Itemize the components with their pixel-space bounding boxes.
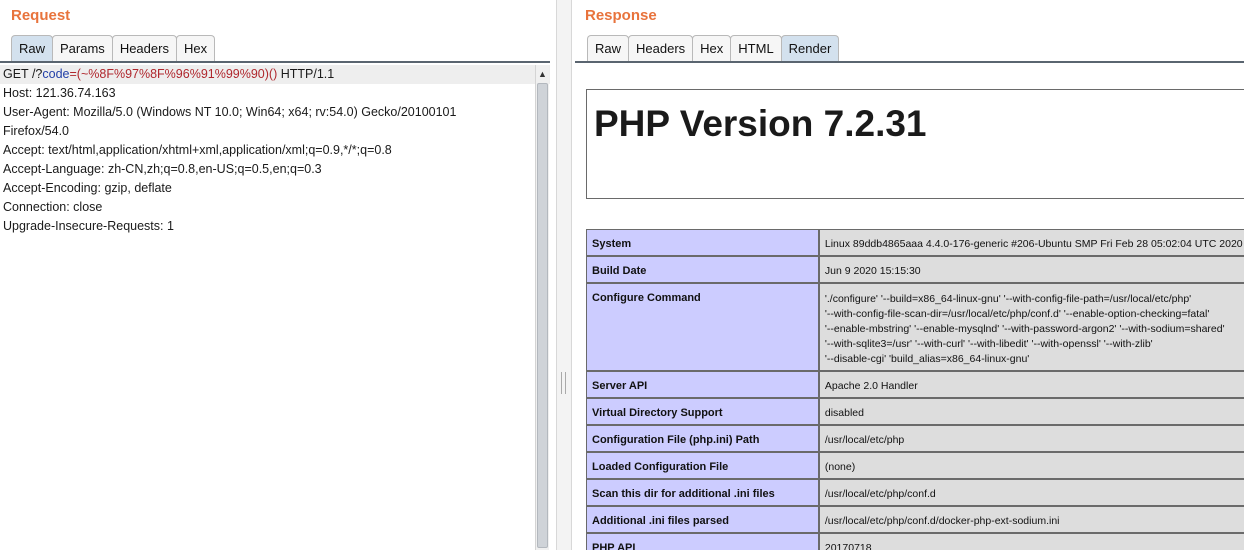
request-panel: Request Raw Params Headers Hex GET /?cod… — [0, 0, 556, 550]
row-key: Virtual Directory Support — [586, 398, 819, 425]
response-panel: Response Raw Headers Hex HTML Render PHP… — [572, 0, 1244, 550]
configure-line: '--with-sqlite3=/usr' '--with-curl' '--w… — [824, 338, 1153, 350]
row-key: System — [586, 229, 819, 256]
response-tab-render[interactable]: Render — [780, 35, 840, 62]
row-value: disabled — [818, 398, 1244, 425]
configure-line: '--with-config-file-scan-dir=/usr/local/… — [824, 308, 1210, 320]
table-row: Loaded Configuration File (none) — [586, 452, 1244, 479]
row-value: Linux 89ddb4865aaa 4.4.0-176-generic #20… — [818, 229, 1244, 256]
table-row: Additional .ini files parsed /usr/local/… — [586, 506, 1244, 533]
scroll-up-icon[interactable]: ▲ — [536, 65, 549, 83]
response-tab-raw[interactable]: Raw — [587, 35, 630, 62]
header-user-agent-cont[interactable]: Firefox/54.0 — [0, 122, 550, 141]
header-upgrade-insecure[interactable]: Upgrade-Insecure-Requests: 1 — [0, 217, 550, 236]
request-tab-params[interactable]: Params — [52, 35, 113, 62]
phpinfo-table: System Linux 89ddb4865aaa 4.4.0-176-gene… — [586, 229, 1244, 550]
header-accept[interactable]: Accept: text/html,application/xhtml+xml,… — [0, 141, 550, 160]
response-tab-html[interactable]: HTML — [730, 35, 782, 62]
row-value: /usr/local/etc/php/conf.d — [818, 479, 1244, 506]
row-key: PHP API — [586, 533, 819, 550]
configure-line: '--enable-mbstring' '--enable-mysqlnd' '… — [824, 323, 1225, 335]
row-value: /usr/local/etc/php/conf.d/docker-php-ext… — [818, 506, 1244, 533]
configure-line: './configure' '--build=x86_64-linux-gnu'… — [824, 293, 1192, 305]
row-value-multiline: './configure' '--build=x86_64-linux-gnu'… — [818, 283, 1244, 371]
row-value: /usr/local/etc/php — [818, 425, 1244, 452]
row-key: Loaded Configuration File — [586, 452, 819, 479]
request-editor[interactable]: GET /?code=(~%8F%97%8F%96%91%99%90)() HT… — [0, 65, 550, 550]
row-key: Additional .ini files parsed — [586, 506, 819, 533]
configure-line: '--disable-cgi' 'build_alias=x86_64-linu… — [824, 353, 1030, 365]
header-connection[interactable]: Connection: close — [0, 198, 550, 217]
request-tab-hex[interactable]: Hex — [175, 35, 216, 62]
header-accept-language[interactable]: Accept-Language: zh-CN,zh;q=0.8,en-US;q=… — [0, 160, 550, 179]
request-protocol: HTTP/1.1 — [277, 67, 335, 81]
row-value: 20170718 — [818, 533, 1244, 550]
request-tab-underline — [0, 61, 550, 63]
scroll-thumb[interactable] — [537, 83, 548, 548]
row-key: Scan this dir for additional .ini files — [586, 479, 819, 506]
phpinfo-header-box: PHP Version 7.2.31 — [586, 89, 1244, 199]
row-key: Configure Command — [586, 283, 819, 371]
response-tabs: Raw Headers Hex HTML Render — [587, 35, 840, 62]
request-tab-raw[interactable]: Raw — [11, 35, 54, 62]
request-title: Request — [11, 7, 71, 24]
row-key: Server API — [586, 371, 819, 398]
request-tab-headers[interactable]: Headers — [111, 35, 177, 62]
request-scrollbar[interactable]: ▲ — [535, 65, 549, 550]
row-key: Build Date — [586, 256, 819, 283]
table-row: Server API Apache 2.0 Handler — [586, 371, 1244, 398]
row-value: (none) — [818, 452, 1244, 479]
php-version-title: PHP Version 7.2.31 — [594, 103, 927, 144]
table-row: Configuration File (php.ini) Path /usr/l… — [586, 425, 1244, 452]
row-key: Configuration File (php.ini) Path — [586, 425, 819, 452]
request-tabs: Raw Params Headers Hex — [11, 35, 216, 62]
row-value: Jun 9 2020 15:15:30 — [818, 256, 1244, 283]
table-row: Configure Command './configure' '--build… — [586, 283, 1244, 371]
table-row: Build Date Jun 9 2020 15:15:30 — [586, 256, 1244, 283]
query-param-value: (~%8F%97%8F%96%91%99%90)() — [76, 67, 278, 81]
table-row: Virtual Directory Support disabled — [586, 398, 1244, 425]
header-host[interactable]: Host: 121.36.74.163 — [0, 84, 550, 103]
query-param-name: code — [42, 67, 70, 81]
table-row: PHP API 20170718 — [586, 533, 1244, 550]
response-render-view: PHP Version 7.2.31 System Linux 89ddb486… — [572, 63, 1244, 550]
splitter-grip-icon[interactable] — [561, 372, 566, 394]
response-tab-hex[interactable]: Hex — [692, 35, 732, 62]
response-tab-headers[interactable]: Headers — [628, 35, 694, 62]
query-param-equals: = — [69, 67, 77, 81]
request-method-path: GET /? — [3, 67, 43, 81]
table-row: System Linux 89ddb4865aaa 4.4.0-176-gene… — [586, 229, 1244, 256]
response-title: Response — [585, 7, 657, 24]
table-row: Scan this dir for additional .ini files … — [586, 479, 1244, 506]
header-user-agent[interactable]: User-Agent: Mozilla/5.0 (Windows NT 10.0… — [0, 103, 550, 122]
request-line[interactable]: GET /?code=(~%8F%97%8F%96%91%99%90)() HT… — [0, 65, 550, 84]
panel-splitter[interactable] — [556, 0, 572, 550]
row-value: Apache 2.0 Handler — [818, 371, 1244, 398]
header-accept-encoding[interactable]: Accept-Encoding: gzip, deflate — [0, 179, 550, 198]
